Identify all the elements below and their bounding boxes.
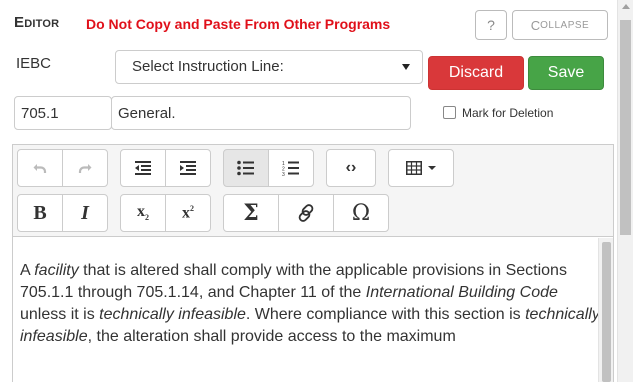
section-number-input[interactable] xyxy=(14,96,112,130)
subscript-button[interactable]: x2 xyxy=(120,194,166,232)
editor-title: EDITOR xyxy=(14,14,60,31)
code-view-icon: ‹› xyxy=(345,159,357,176)
omega-button[interactable]: Ω xyxy=(333,194,389,232)
code-label: IEBC xyxy=(16,55,52,72)
numbered-list-icon: 123 xyxy=(282,160,300,176)
indent-button[interactable] xyxy=(165,149,211,187)
instruction-line-select-value: Select Instruction Line: xyxy=(132,58,284,75)
table-icon xyxy=(406,161,422,175)
bold-button[interactable]: B xyxy=(17,194,63,232)
instruction-line-select[interactable]: Select Instruction Line: xyxy=(115,50,423,84)
italic-icon: I xyxy=(81,201,89,224)
editor-scrollbar-thumb[interactable] xyxy=(602,242,611,382)
svg-text:3: 3 xyxy=(282,172,285,176)
table-button[interactable] xyxy=(388,149,454,187)
superscript-icon: x2 xyxy=(182,203,194,222)
scroll-up-arrow-icon[interactable] xyxy=(622,4,630,9)
mark-for-deletion-checkbox[interactable] xyxy=(443,106,456,119)
sigma-button[interactable]: Σ xyxy=(223,194,279,232)
code-view-button[interactable]: ‹› xyxy=(326,149,376,187)
outdent-icon xyxy=(134,160,152,176)
redo-icon xyxy=(77,160,93,176)
indent-icon xyxy=(179,160,197,176)
page-scrollbar[interactable] xyxy=(617,0,633,382)
caret-down-icon xyxy=(402,64,410,70)
mark-for-deletion-label: Mark for Deletion xyxy=(462,106,554,120)
subscript-icon: x2 xyxy=(137,203,149,223)
superscript-button[interactable]: x2 xyxy=(165,194,211,232)
redo-button[interactable] xyxy=(62,149,108,187)
outdent-button[interactable] xyxy=(120,149,166,187)
chevron-down-icon xyxy=(428,166,436,170)
link-icon xyxy=(296,203,316,223)
discard-button[interactable]: Discard xyxy=(428,56,524,90)
editor-scrollbar[interactable] xyxy=(598,238,613,382)
undo-icon xyxy=(32,160,48,176)
editor-content[interactable]: A facility that is altered shall comply … xyxy=(20,260,606,348)
italic-button[interactable]: I xyxy=(62,194,108,232)
help-button[interactable]: ? xyxy=(475,10,507,40)
link-button[interactable] xyxy=(278,194,334,232)
bold-icon: B xyxy=(33,201,47,224)
undo-button[interactable] xyxy=(17,149,63,187)
save-button[interactable]: Save xyxy=(528,56,604,90)
section-title-input[interactable] xyxy=(111,96,411,130)
editor-toolbar: 123 ‹› B I x2 x2 Σ Ω xyxy=(12,144,614,237)
bulleted-list-button[interactable] xyxy=(223,149,269,187)
page-scrollbar-thumb[interactable] xyxy=(620,20,631,235)
numbered-list-button[interactable]: 123 xyxy=(268,149,314,187)
paste-warning: Do Not Copy and Paste From Other Program… xyxy=(86,16,391,32)
collapse-button[interactable]: C OLLAPSE xyxy=(512,10,608,40)
bulleted-list-icon xyxy=(237,160,255,176)
sigma-icon: Σ xyxy=(243,200,259,226)
omega-icon: Ω xyxy=(351,200,371,226)
